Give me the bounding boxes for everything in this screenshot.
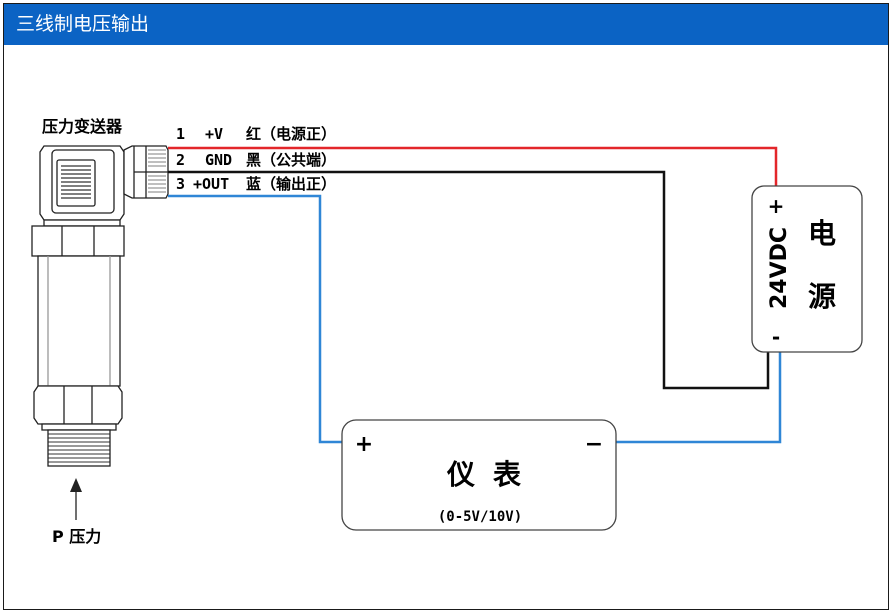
svg-text:+V: +V [205, 125, 223, 143]
svg-text:GND: GND [205, 151, 232, 169]
pressure-transmitter [31, 145, 169, 467]
svg-text:2: 2 [176, 151, 185, 169]
wire-label-1: 1 +V 红（电源正） [176, 125, 336, 143]
wiring-diagram: 压力变送器 P 压力 1 +V 红（电源正） 2 GND 黑（公共端） 3 +O… [31, 117, 863, 546]
svg-text:黑（公共端）: 黑（公共端） [246, 151, 336, 169]
power-minus: - [772, 325, 780, 349]
meter-char-2: 表 [493, 458, 521, 491]
svg-text:3: 3 [176, 175, 185, 193]
meter: + − 仪 表 (0-5V/10V) [341, 419, 617, 531]
wire-blue-out [168, 194, 344, 444]
pressure-arrow [70, 478, 82, 520]
meter-range: (0-5V/10V) [438, 509, 522, 525]
meter-char-1: 仪 [446, 458, 476, 491]
svg-text:1: 1 [176, 125, 185, 143]
wire-black [168, 170, 770, 390]
pressure-label: P 压力 [52, 527, 101, 546]
power-voltage: 24VDC [767, 227, 792, 309]
power-supply: + - 24VDC 电 源 [751, 185, 863, 353]
wire-label-3: 3 +OUT 蓝（输出正） [176, 175, 336, 193]
power-char-2: 源 [808, 280, 836, 313]
wire-label-2: 2 GND 黑（公共端） [176, 151, 336, 169]
svg-text:+OUT: +OUT [193, 175, 229, 193]
power-char-1: 电 [808, 217, 836, 250]
power-plus: + [768, 194, 785, 218]
svg-text:蓝（输出正）: 蓝（输出正） [246, 175, 336, 193]
meter-minus: − [585, 432, 603, 457]
sensor-label: 压力变送器 [42, 117, 123, 136]
wire-blue-return [614, 350, 782, 444]
svg-text:红（电源正）: 红（电源正） [246, 125, 336, 143]
meter-plus: + [355, 432, 373, 457]
